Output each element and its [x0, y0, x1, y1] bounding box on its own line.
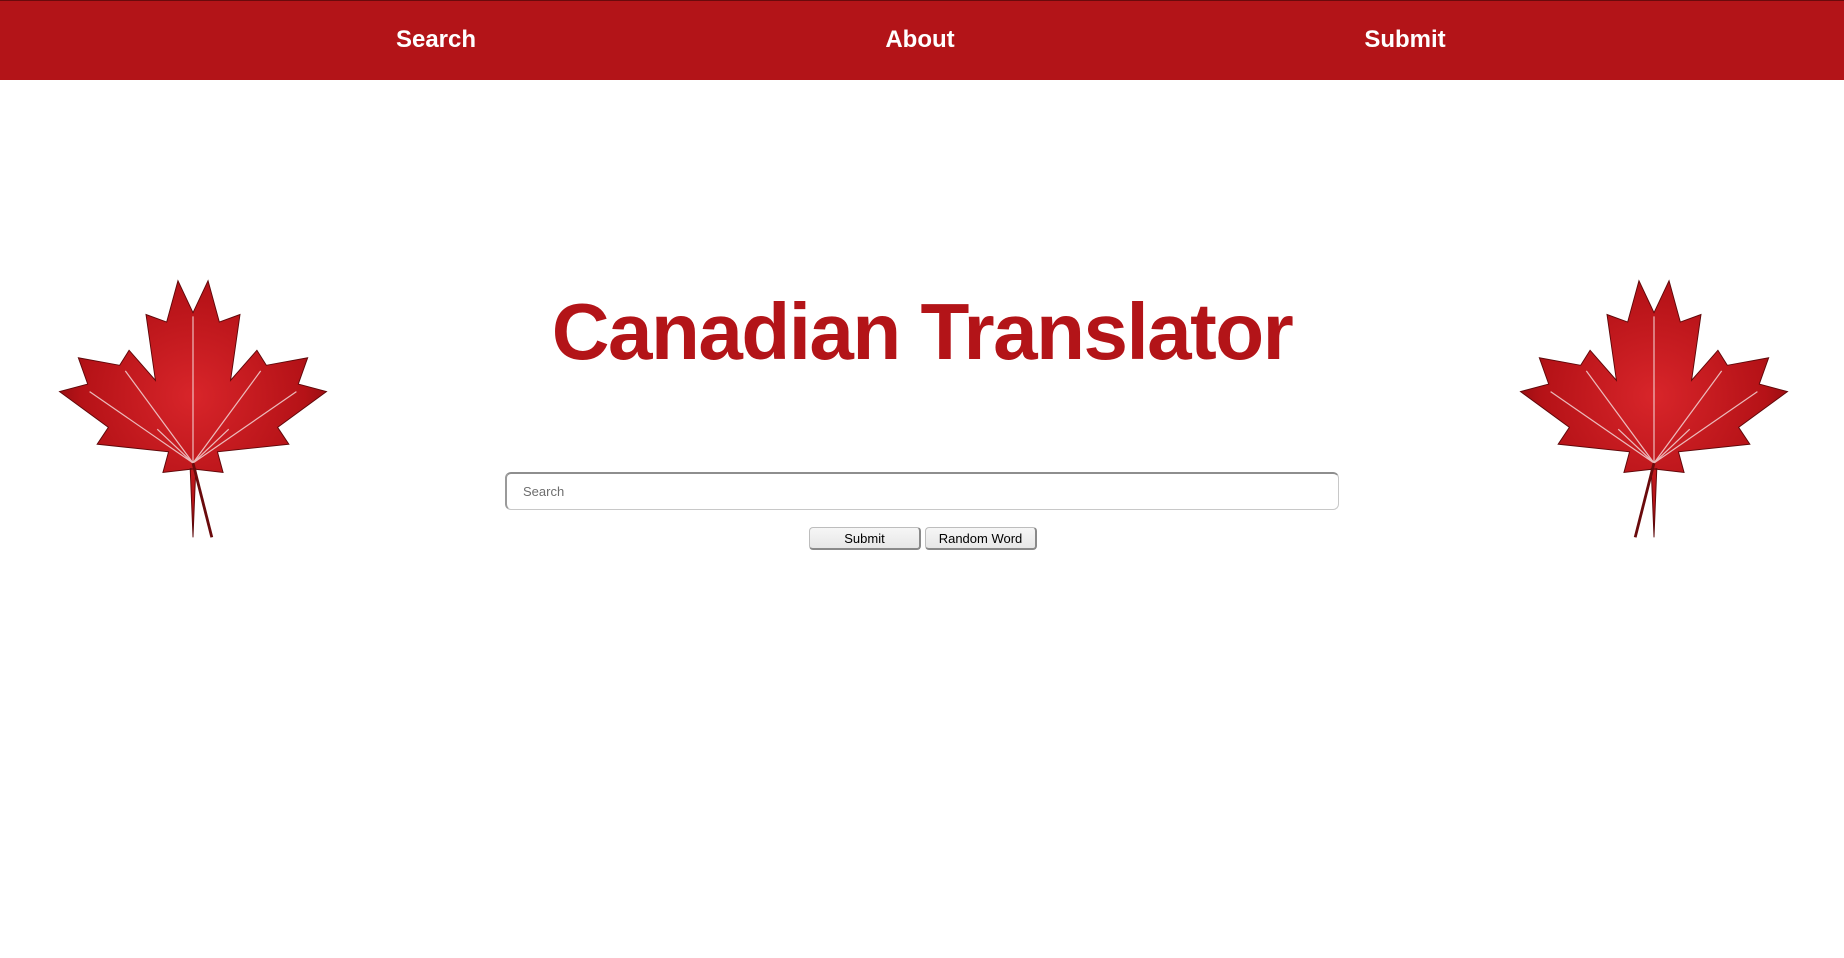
nav-link-submit[interactable]: Submit [1364, 25, 1445, 55]
top-navbar: Search About Submit [0, 0, 1844, 80]
page-title: Canadian Translator [551, 287, 1294, 376]
maple-leaf-left-icon [58, 279, 328, 538]
submit-button[interactable]: Submit [809, 527, 921, 550]
search-input[interactable] [505, 472, 1339, 510]
nav-link-about[interactable]: About [885, 25, 954, 55]
page: Search About Submit Canadian Translator … [0, 0, 1844, 958]
random-word-button[interactable]: Random Word [925, 527, 1037, 550]
nav-link-search[interactable]: Search [396, 25, 476, 55]
maple-leaf-right-icon [1519, 279, 1789, 538]
